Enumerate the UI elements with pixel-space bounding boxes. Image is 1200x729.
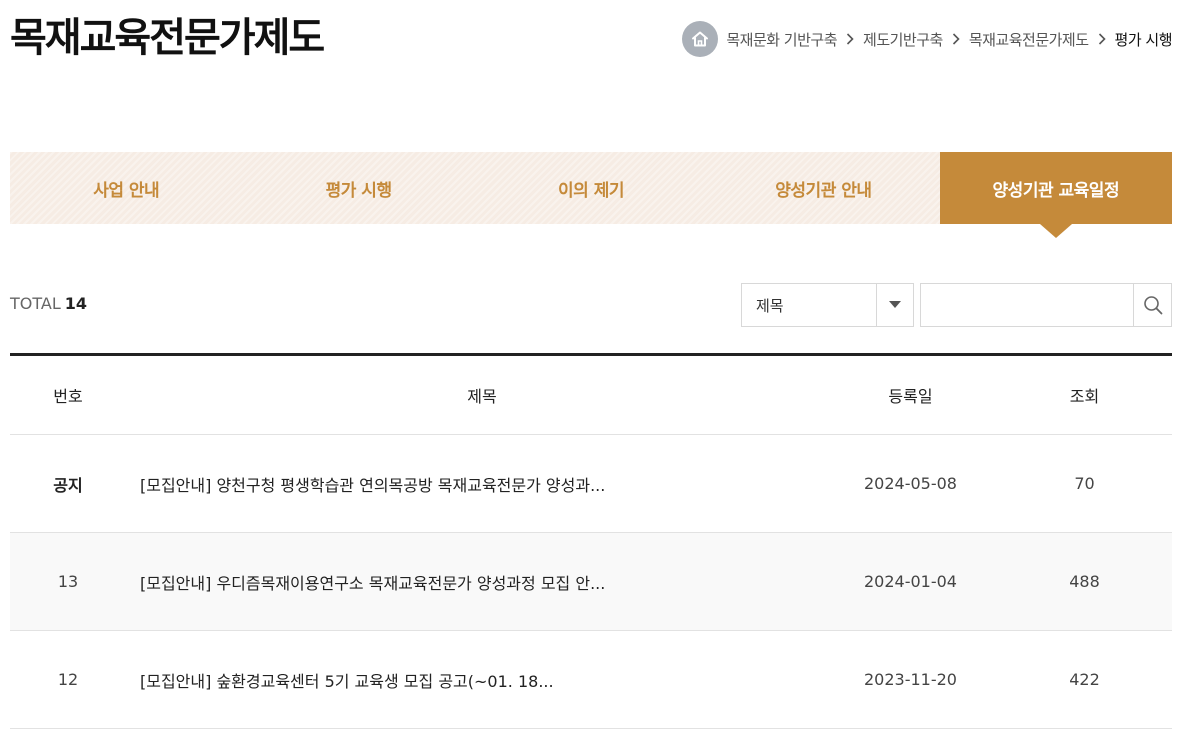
table-row[interactable]: 공지 [모집안내] 양천구청 평생학습관 연의목공방 목재교육전문가 양성과..… <box>10 435 1172 533</box>
total-number: 14 <box>64 294 88 313</box>
header-no: 번호 <box>53 387 83 406</box>
caret-down-icon <box>876 284 913 326</box>
chevron-right-icon <box>1098 33 1106 45</box>
breadcrumb: 목재문화 기반구축 제도기반구축 목재교육전문가제도 평가 시행 <box>682 20 1173 58</box>
breadcrumb-item-expert-system[interactable]: 목재교육전문가제도 <box>969 29 1089 50</box>
breadcrumb-item-culture[interactable]: 목재문화 기반구축 <box>726 29 837 50</box>
section-tabs: 사업 안내 평가 시행 이의 제기 양성기관 안내 양성기관 교육일정 <box>10 152 1173 238</box>
breadcrumb-item-foundation[interactable]: 제도기반구축 <box>863 29 943 50</box>
breadcrumb-current: 평가 시행 <box>1114 30 1173 49</box>
tab-training-institution[interactable]: 양성기관 안내 <box>707 152 939 224</box>
row-views: 422 <box>1069 670 1100 689</box>
row-no: 공지 <box>53 475 83 495</box>
page-title: 목재교육전문가제도 <box>10 15 325 61</box>
row-title-link[interactable]: [모집안내] 우디즘목재이용연구소 목재교육전문가 양성과정 모집 안... <box>126 570 824 594</box>
header-title: 제목 <box>467 387 497 406</box>
search-icon[interactable] <box>1133 284 1171 326</box>
table-header: 번호 제목 등록일 조회 <box>10 356 1172 435</box>
tab-business-info[interactable]: 사업 안내 <box>10 152 242 224</box>
search-field-select[interactable]: 제목 <box>741 283 914 327</box>
header-views: 조회 <box>1069 387 1100 406</box>
chevron-right-icon <box>846 33 854 45</box>
total-label: TOTAL <box>10 294 61 313</box>
total-count: TOTAL 14 <box>10 294 87 313</box>
row-no: 13 <box>57 572 79 591</box>
tab-evaluation[interactable]: 평가 시행 <box>242 152 474 224</box>
header-date: 등록일 <box>888 387 933 406</box>
chevron-right-icon <box>952 33 960 45</box>
row-title-link[interactable]: [모집안내] 숲환경교육센터 5기 교육생 모집 공고(~01. 18... <box>126 668 824 692</box>
table-row[interactable]: 12 [모집안내] 숲환경교육센터 5기 교육생 모집 공고(~01. 18..… <box>10 631 1172 729</box>
row-no: 12 <box>57 670 79 689</box>
tab-objection[interactable]: 이의 제기 <box>475 152 707 224</box>
row-date: 2024-05-08 <box>864 474 957 493</box>
table-row[interactable]: 13 [모집안내] 우디즘목재이용연구소 목재교육전문가 양성과정 모집 안..… <box>10 533 1172 631</box>
search-box <box>920 283 1172 327</box>
row-date: 2024-01-04 <box>864 572 957 591</box>
tab-training-schedule[interactable]: 양성기관 교육일정 <box>939 152 1173 238</box>
home-icon[interactable] <box>682 21 719 57</box>
row-title-link[interactable]: [모집안내] 양천구청 평생학습관 연의목공방 목재교육전문가 양성과... <box>126 472 824 496</box>
search-input[interactable] <box>921 284 1133 326</box>
board-table: 번호 제목 등록일 조회 공지 [모집안내] 양천구청 평생학습관 연의목공방 … <box>10 353 1172 729</box>
row-date: 2023-11-20 <box>864 670 957 689</box>
row-views: 70 <box>1074 474 1095 493</box>
search-field-value: 제목 <box>756 296 784 315</box>
row-views: 488 <box>1069 572 1100 591</box>
